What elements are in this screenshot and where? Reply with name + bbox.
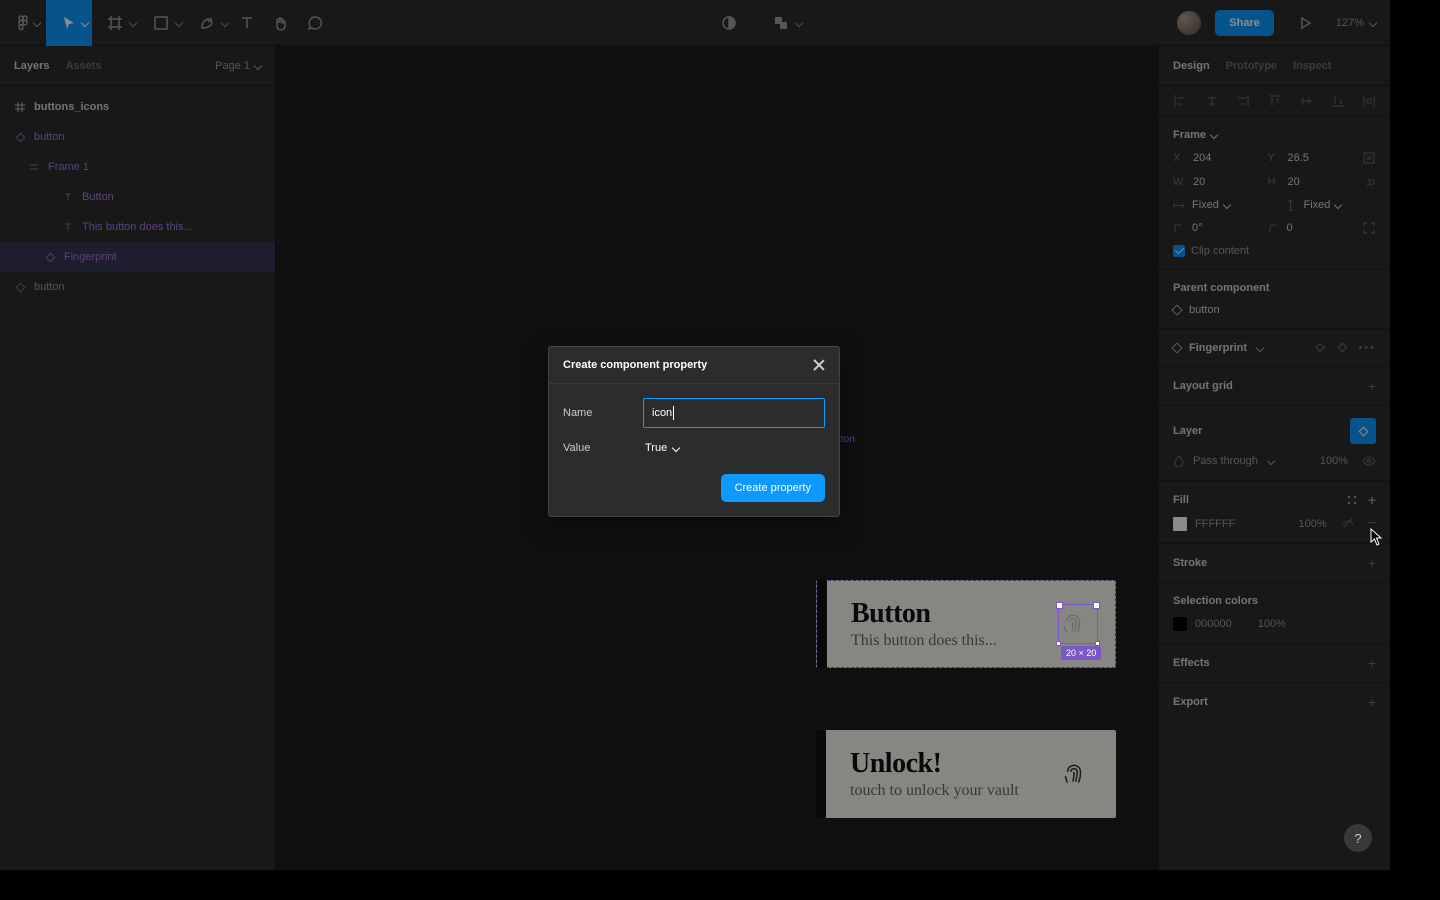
cursor-icon xyxy=(1370,528,1384,546)
name-input[interactable]: icon xyxy=(643,398,825,428)
modal-title: Create component property xyxy=(563,359,707,371)
name-label: Name xyxy=(563,407,643,419)
value-label: Value xyxy=(563,442,643,454)
modal-header: Create component property xyxy=(549,347,839,384)
value-select-value: True xyxy=(645,442,667,454)
selection-box[interactable] xyxy=(1058,604,1098,644)
selection-size-label: 20 × 20 xyxy=(1061,646,1101,660)
create-property-modal: Create component property Name icon Valu… xyxy=(548,346,840,517)
chevron-down-icon xyxy=(672,444,680,452)
help-button[interactable]: ? xyxy=(1344,824,1372,852)
create-property-button[interactable]: Create property xyxy=(721,474,825,502)
close-icon[interactable] xyxy=(813,359,825,371)
modal-body: Name icon Value True Create property xyxy=(549,384,839,516)
value-select[interactable]: True xyxy=(643,442,679,454)
name-input-value: icon xyxy=(652,407,672,419)
